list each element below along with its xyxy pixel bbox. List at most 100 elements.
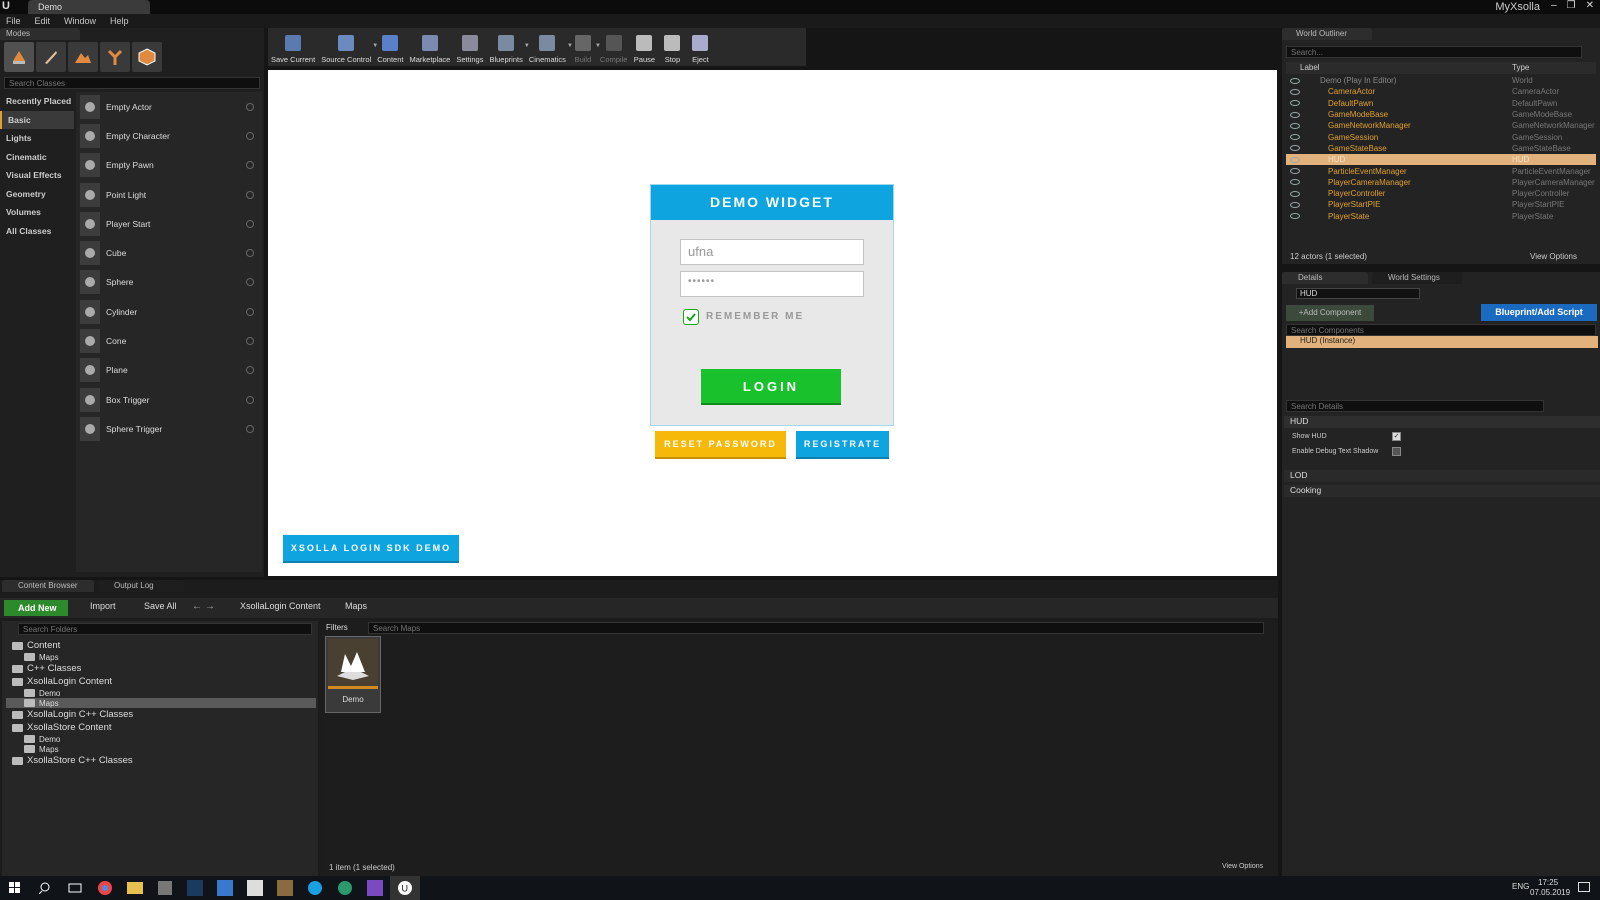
menu-file[interactable]: File [6,16,21,26]
geometry-mode-icon[interactable] [132,42,162,72]
sdk-demo-button[interactable]: XSOLLA LOGIN SDK DEMO [283,535,459,563]
outliner-row[interactable]: Demo (Play In Editor) World [1286,75,1596,86]
outliner-row[interactable]: PlayerStartPIE PlayerStartPIE [1286,199,1596,210]
add-component-button[interactable]: +Add Component [1286,305,1374,321]
section-cooking[interactable]: Cooking [1284,485,1600,497]
photoshop-icon[interactable] [180,876,210,900]
folder-item[interactable]: XsollaStore C++ Classes [6,754,316,767]
details-tab[interactable]: Details [1282,272,1368,284]
search-details-input[interactable] [1286,400,1544,412]
toolbar-button[interactable]: Blueprints ▼ [486,28,530,66]
outliner-row[interactable]: GameSession GameSession [1286,131,1596,142]
help-icon[interactable] [246,278,254,287]
toolbar-button[interactable]: Build ▼ [569,28,601,66]
visibility-eye-icon[interactable] [1290,88,1300,95]
toolbar-button[interactable]: Source Control ▼ [318,28,378,66]
outliner-row[interactable]: ParticleEventManager ParticleEventManager [1286,165,1596,176]
notifications-icon[interactable] [1578,882,1590,892]
app-icon[interactable] [330,876,360,900]
output-log-tab[interactable]: Output Log [98,580,184,592]
folder-item[interactable]: Demo [6,734,316,744]
demo-map-asset[interactable]: Demo [325,636,381,713]
folder-item[interactable]: Maps [6,652,316,662]
section-lod[interactable]: LOD [1284,470,1600,482]
search-classes-input[interactable] [4,77,260,89]
column-type[interactable]: Type [1512,63,1529,72]
outliner-row[interactable]: PlayerController PlayerController [1286,188,1596,199]
save-all-button[interactable]: Save All [144,601,177,611]
asset-view-options[interactable]: View Options [1222,863,1263,870]
chrome-icon[interactable] [90,876,120,900]
help-icon[interactable] [246,249,254,258]
close-button[interactable]: ✕ [1586,0,1594,11]
language-indicator[interactable]: ENG [1512,882,1529,891]
visibility-eye-icon[interactable] [1290,201,1300,208]
toolbar-button[interactable]: Cinematics ▼ [526,28,573,66]
path-maps[interactable]: Maps [345,601,367,611]
class-item[interactable]: Sphere [76,268,262,297]
toolbar-button[interactable]: Compile [597,28,631,66]
help-icon[interactable] [246,366,254,375]
outliner-row[interactable]: PlayerCameraManager PlayerCameraManager [1286,177,1596,188]
app-icon[interactable] [270,876,300,900]
class-item[interactable]: Empty Pawn [76,151,262,180]
username-field[interactable]: ufna [680,239,864,265]
folder-item[interactable]: Demo [6,688,316,698]
visibility-eye-icon[interactable] [1290,168,1300,175]
component-hud-instance[interactable]: HUD (Instance) [1286,336,1598,348]
clock-time[interactable]: 17:25 [1538,878,1558,887]
filters-button[interactable]: Filters [326,623,348,632]
visibility-eye-icon[interactable] [1290,156,1300,163]
class-item[interactable]: Player Start [76,209,262,238]
folder-item[interactable]: C++ Classes [6,662,316,675]
help-icon[interactable] [246,161,254,170]
blueprint-add-script-button[interactable]: Blueprint/Add Script [1481,304,1597,321]
help-icon[interactable] [246,131,254,140]
menu-window[interactable]: Window [64,16,96,26]
visibility-eye-icon[interactable] [1290,179,1300,186]
debug-shadow-checkbox[interactable] [1392,447,1401,456]
add-new-button[interactable]: Add New [4,600,68,616]
class-item[interactable]: Plane [76,356,262,385]
minimize-button[interactable]: – [1551,0,1557,11]
class-item[interactable]: Cube [76,238,262,267]
class-item[interactable]: Empty Character [76,121,262,150]
visibility-eye-icon[interactable] [1290,145,1300,152]
visibility-eye-icon[interactable] [1290,134,1300,141]
category-cinematic[interactable]: Cinematic [0,148,74,167]
toolbar-button[interactable]: Pause [630,28,658,66]
toolbar-button[interactable]: Marketplace [407,28,454,66]
category-visual-effects[interactable]: Visual Effects [0,166,74,185]
outliner-row[interactable]: GameModeBase GameModeBase [1286,109,1596,120]
folder-item[interactable]: Content [6,639,316,652]
toolbar-button[interactable]: Stop [658,28,686,66]
folder-item[interactable]: Maps [6,698,316,708]
reset-password-button[interactable]: RESET PASSWORD [655,431,786,459]
foliage-mode-icon[interactable] [100,42,130,72]
folder-item[interactable]: XsollaLogin C++ Classes [6,708,316,721]
app-icon[interactable] [210,876,240,900]
category-lights[interactable]: Lights [0,129,74,148]
place-mode-icon[interactable] [4,42,34,72]
app-icon[interactable] [150,876,180,900]
category-volumes[interactable]: Volumes [0,203,74,222]
help-icon[interactable] [246,190,254,199]
category-recently-placed[interactable]: Recently Placed [0,92,74,111]
explorer-icon[interactable] [120,876,150,900]
outliner-row[interactable]: GameStateBase GameStateBase [1286,143,1596,154]
forward-arrow-icon[interactable]: → [205,601,215,612]
visibility-eye-icon[interactable] [1290,111,1300,118]
world-settings-tab[interactable]: World Settings [1372,272,1462,284]
windows-start-icon[interactable] [0,876,30,900]
category-geometry[interactable]: Geometry [0,185,74,204]
visibility-eye-icon[interactable] [1290,100,1300,107]
outliner-row[interactable]: GameNetworkManager GameNetworkManager [1286,120,1596,131]
search-icon[interactable] [30,876,60,900]
category-all-classes[interactable]: All Classes [0,222,74,241]
help-icon[interactable] [246,102,254,111]
class-item[interactable]: Cylinder [76,297,262,326]
section-hud[interactable]: HUD [1284,416,1600,428]
menu-help[interactable]: Help [110,16,129,26]
menu-edit[interactable]: Edit [35,16,51,26]
outliner-row[interactable]: DefaultPawn DefaultPawn [1286,98,1596,109]
